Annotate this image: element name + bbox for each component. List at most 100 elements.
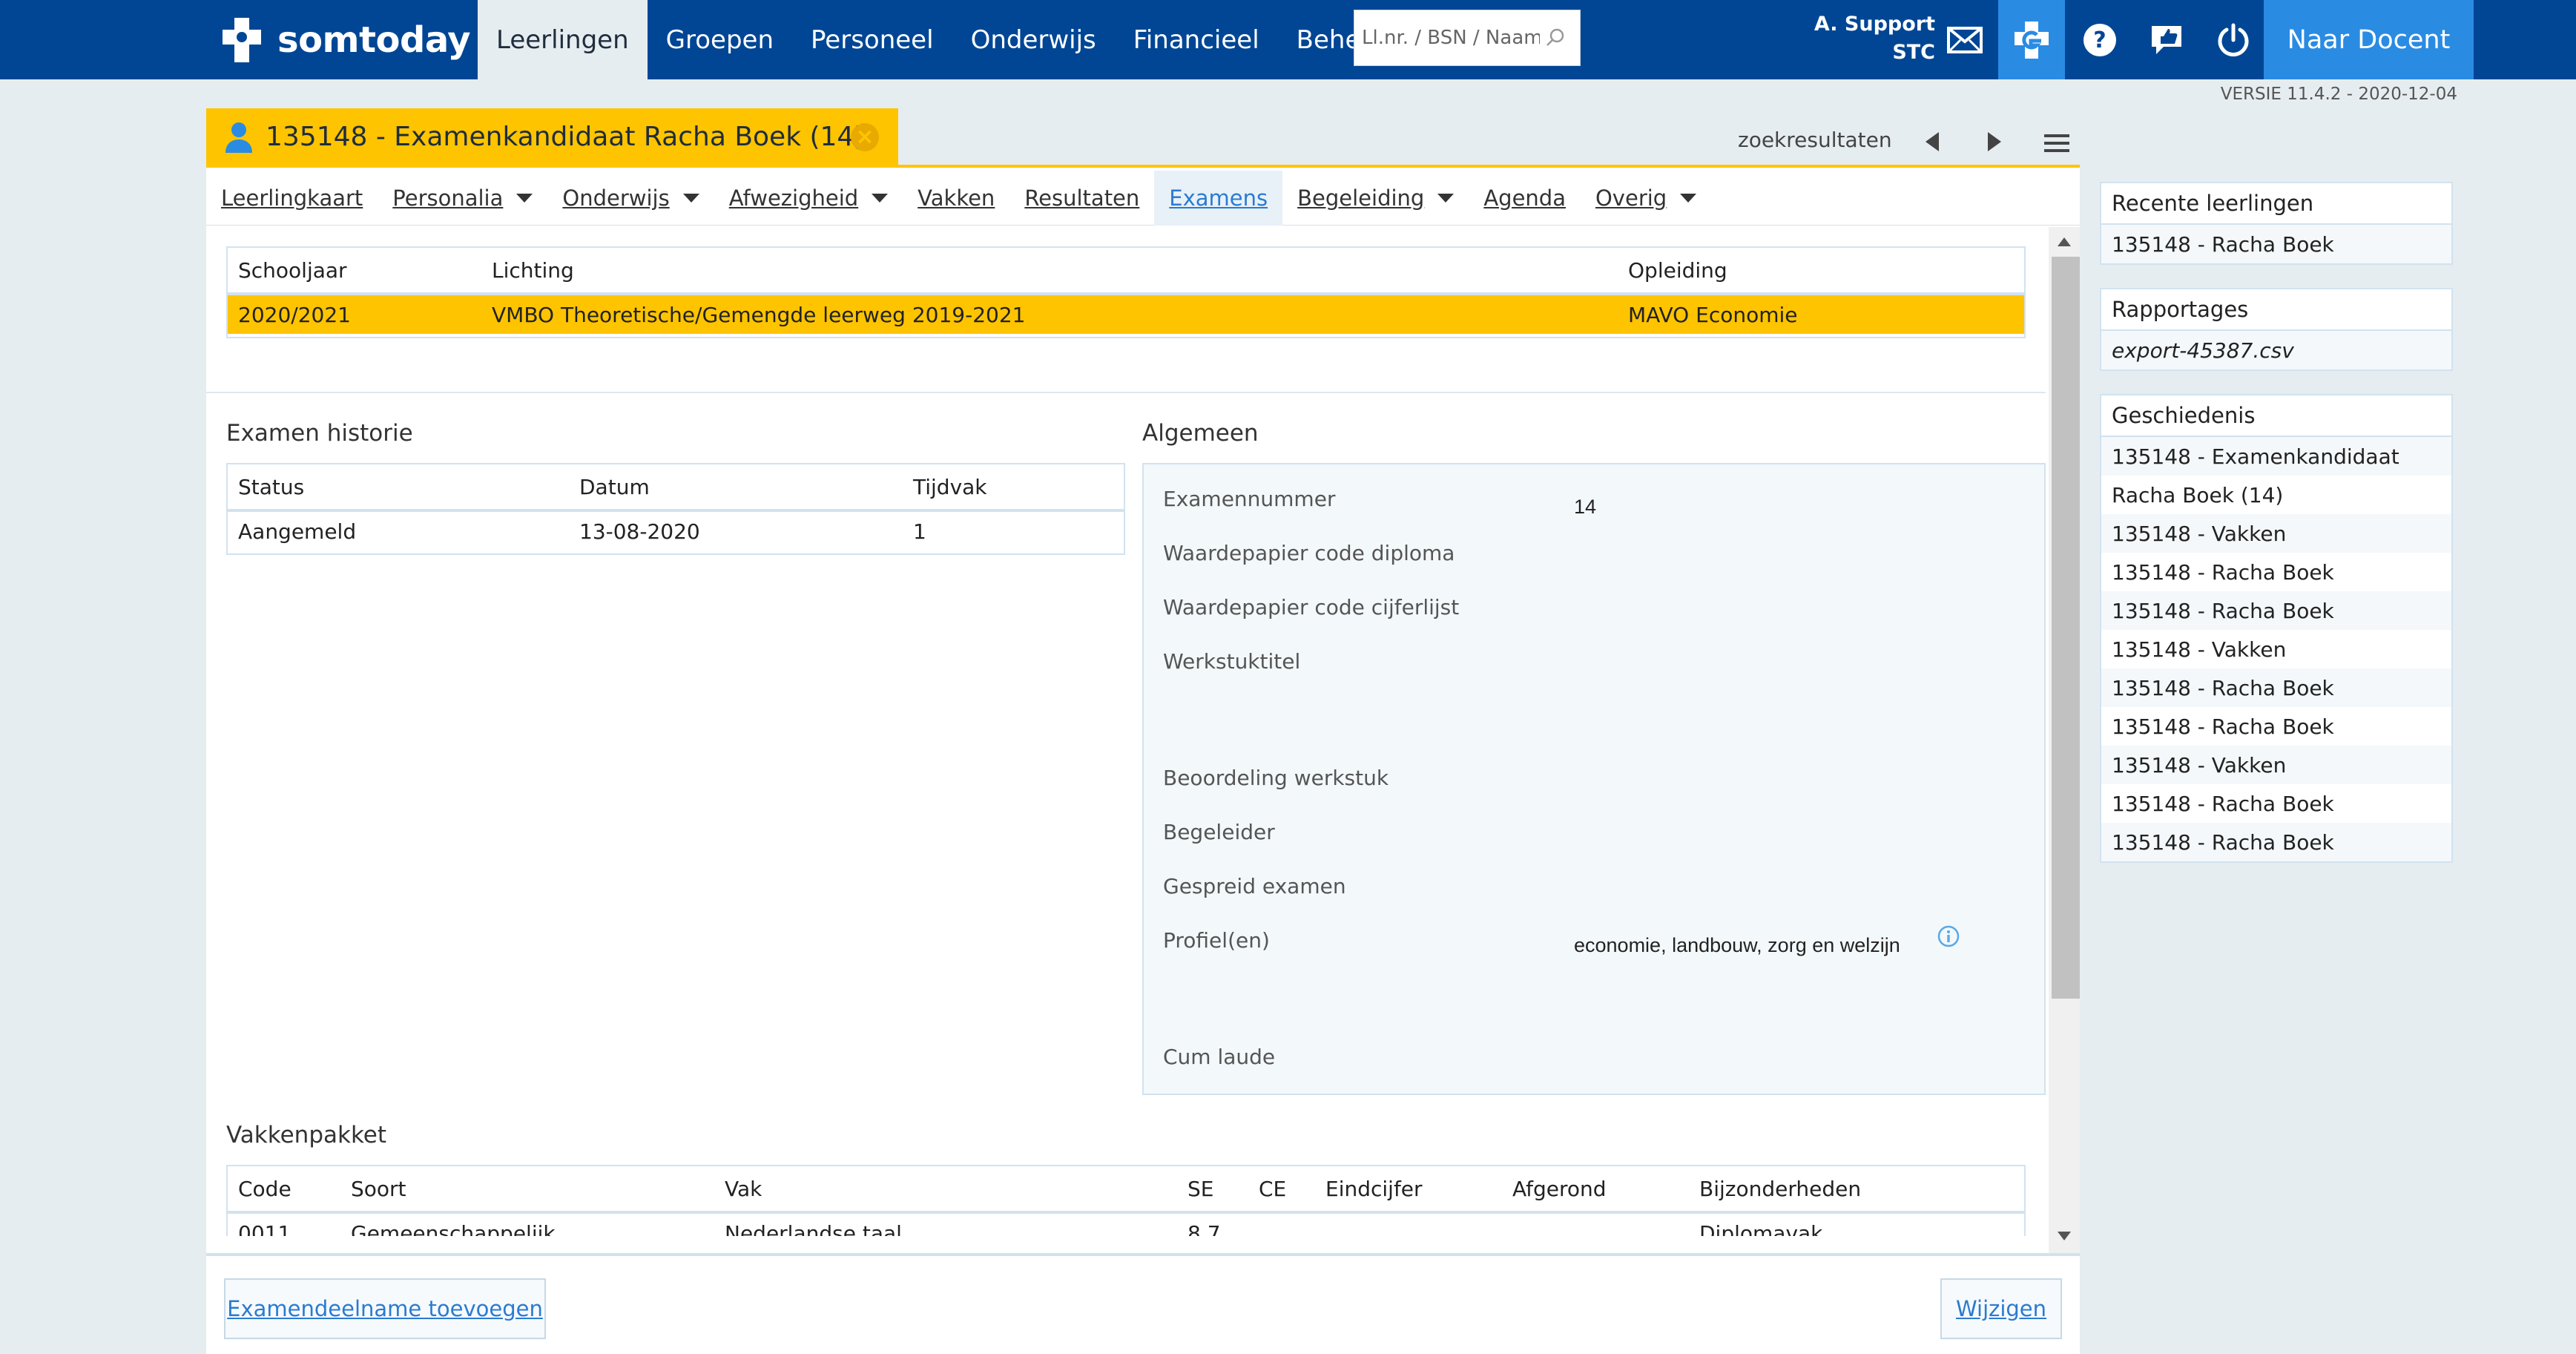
search-input[interactable] [1362,27,1540,49]
naar-docent-button[interactable]: Naar Docent [2264,0,2474,79]
person-icon [225,122,252,153]
examens-content: Schooljaar Lichting Opleiding 2020/2021 … [206,227,2046,1236]
previous-result-icon[interactable] [1924,131,1940,153]
user-info[interactable]: A. Support STC [1814,10,1935,67]
caret-down-icon [1437,194,1455,203]
list-item[interactable]: 135148 - Racha Boek [2101,668,2451,707]
tab-onderwijs[interactable]: Onderwijs [547,171,714,226]
list-item[interactable]: 135148 - Examenkandidaat [2101,437,2451,476]
table-cell: 1 [913,519,926,544]
field-label-gespreid-examen: Gespreid examen [1163,874,1346,898]
tab-label: Leerlingkaart [221,185,363,211]
action-bar: Examendeelname toevoegen Wijzigen [206,1253,2080,1354]
info-icon[interactable] [1937,925,1960,947]
nav-item-onderwijs[interactable]: Onderwijs [952,0,1115,79]
table-row[interactable]: Aangemeld 13-08-2020 1 [228,510,1124,551]
table-cell: VMBO Theoretische/Gemengde leerweg 2019-… [481,294,1618,334]
tab-overig[interactable]: Overig [1581,171,1711,226]
hamburger-menu-icon[interactable] [2044,132,2069,154]
tab-afwezigheid[interactable]: Afwezigheid [714,171,903,226]
table-row[interactable]: 0011 Gemeenschappelijk Nederlandse taal … [228,1212,2024,1237]
nav-item-financieel[interactable]: Financieel [1115,0,1278,79]
geschiedenis-list: 135148 - Examenkandidaat Racha Boek (14)… [2101,437,2451,861]
student-title: 135148 - Examenkandidaat Racha Boek (14) [266,122,865,152]
rapportages-list: export-45387.csv [2101,331,2451,369]
wijzigen-button[interactable]: Wijzigen [1940,1278,2062,1339]
column-header[interactable]: Datum [569,464,903,512]
algemeen-panel: Examennummer 14 Waardepapier code diplom… [1142,463,2046,1095]
column-header[interactable]: Status [228,464,569,512]
list-item[interactable]: 135148 - Vakken [2101,746,2451,784]
rapportages-card: Rapportages export-45387.csv [2100,288,2453,371]
list-item[interactable]: 135148 - Racha Boek [2101,784,2451,823]
field-label-werkstuktitel: Werkstuktitel [1163,649,1301,674]
search-icon[interactable] [1544,27,1567,49]
main-nav: Leerlingen Groepen Personeel Onderwijs F… [478,0,1405,79]
examendeelname-toevoegen-button[interactable]: Examendeelname toevoegen [224,1278,546,1339]
table-cell: 13-08-2020 [579,519,700,544]
tab-examens[interactable]: Examens [1154,171,1283,226]
scroll-up-arrow-icon[interactable] [2058,237,2071,246]
content-scrollbar[interactable] [2049,227,2080,1253]
theme-button[interactable] [1998,0,2065,79]
nav-item-leerlingen[interactable]: Leerlingen [478,0,648,79]
list-item[interactable]: 135148 - Racha Boek [2101,225,2451,263]
list-item[interactable]: 135148 - Racha Boek [2101,591,2451,630]
nav-item-personeel[interactable]: Personeel [792,0,952,79]
nav-item-groepen[interactable]: Groepen [648,0,792,79]
recente-leerlingen-list: 135148 - Racha Boek [2101,225,2451,263]
column-header[interactable]: Lichting [481,248,1618,295]
column-header[interactable]: Tijdvak [903,464,1124,512]
table-header-row: Schooljaar Lichting Opleiding [228,248,2024,295]
next-result-icon[interactable] [1986,131,2003,153]
close-tab-button[interactable]: × [851,123,879,151]
list-item[interactable]: export-45387.csv [2101,331,2451,369]
table-cell [1248,1212,1315,1236]
list-item[interactable]: 135148 - Racha Boek [2101,553,2451,591]
algemeen-title: Algemeen [1142,420,1259,447]
list-item[interactable]: 135148 - Vakken [2101,630,2451,668]
vakkenpakket-title: Vakkenpakket [226,1122,387,1148]
table-row[interactable]: 2020/2021 VMBO Theoretische/Gemengde lee… [228,294,2024,334]
scroll-down-arrow-icon[interactable] [2058,1232,2071,1240]
column-header[interactable]: Opleiding [1618,248,2024,295]
column-header[interactable]: CE [1248,1166,1315,1214]
tab-label: Personalia [392,185,504,211]
tab-label: Onderwijs [562,185,670,211]
tab-agenda[interactable]: Agenda [1469,171,1581,226]
tab-resultaten[interactable]: Resultaten [1009,171,1154,226]
tab-label: Begeleiding [1297,185,1425,211]
feedback-button[interactable] [2133,0,2200,79]
examen-historie-title: Examen historie [226,420,413,447]
vakkenpakket-table: Code Soort Vak SE CE Eindcijfer Afgerond… [226,1165,2026,1236]
user-org: STC [1892,41,1935,64]
column-header[interactable]: Schooljaar [228,248,481,295]
sub-navigation: Leerlingkaart Personalia Onderwijs Afwez… [206,171,2080,226]
mail-button[interactable] [1931,0,1998,79]
list-item[interactable]: 135148 - Vakken [2101,514,2451,553]
column-header[interactable]: Vak [714,1166,1177,1214]
scroll-thumb[interactable] [2052,257,2080,999]
help-button[interactable]: ? [2066,0,2133,79]
tab-begeleiding[interactable]: Begeleiding [1282,171,1469,226]
tab-vakken[interactable]: Vakken [903,171,1009,226]
divider [206,392,2046,393]
column-header[interactable]: SE [1177,1166,1248,1214]
column-header[interactable]: Bijzonderheden [1689,1166,2024,1214]
field-label-examennummer: Examennummer [1163,487,1336,511]
column-header[interactable]: Soort [340,1166,714,1214]
column-header[interactable]: Code [228,1166,340,1214]
geschiedenis-title: Geschiedenis [2101,395,2451,437]
table-cell [1315,1212,1502,1236]
tab-leerlingkaart[interactable]: Leerlingkaart [206,171,378,226]
list-item[interactable]: 135148 - Racha Boek [2101,707,2451,746]
column-header[interactable]: Afgerond [1502,1166,1689,1214]
tab-personalia[interactable]: Personalia [378,171,547,226]
logout-button[interactable] [2200,0,2267,79]
table-cell [1502,1212,1689,1236]
student-tab[interactable]: 135148 - Examenkandidaat Racha Boek (14)… [206,108,898,165]
somtoday-logo[interactable]: somtoday [217,12,471,68]
list-item[interactable]: Racha Boek (14) [2101,476,2451,514]
column-header[interactable]: Eindcijfer [1315,1166,1502,1214]
list-item[interactable]: 135148 - Racha Boek [2101,823,2451,861]
